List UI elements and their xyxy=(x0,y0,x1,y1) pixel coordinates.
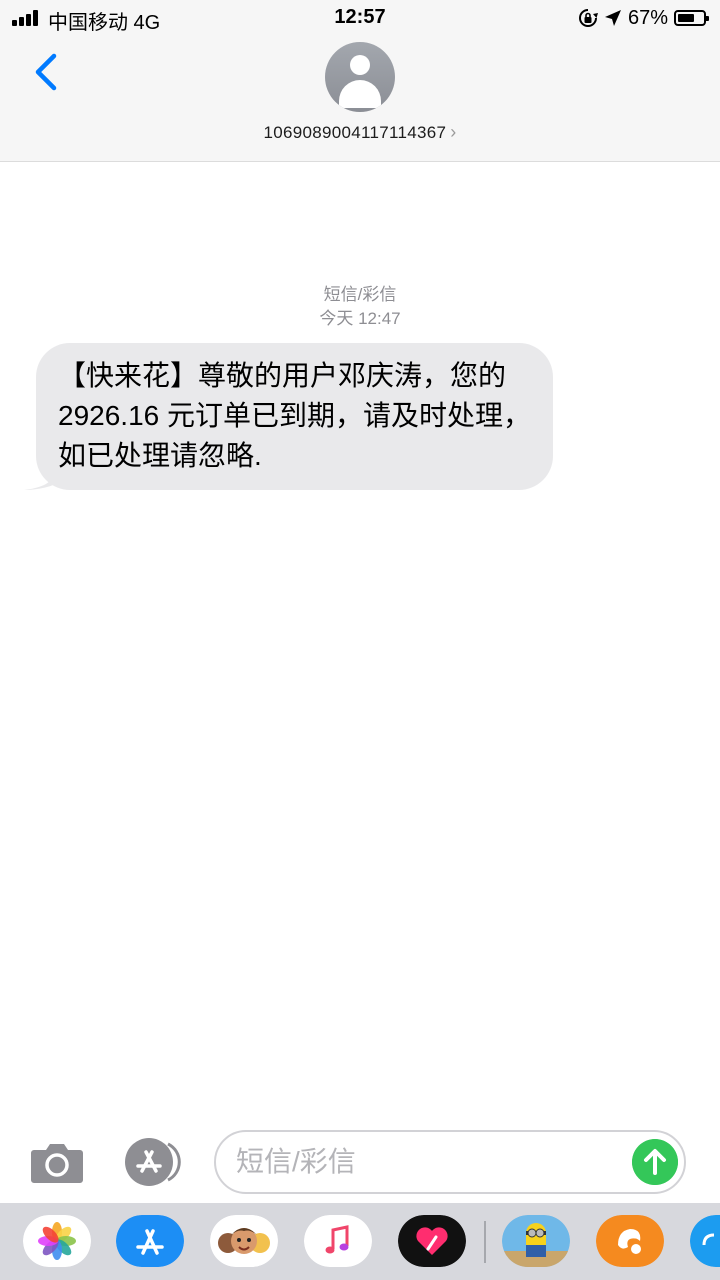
status-bar: 中国移动 4G 12:57 67% xyxy=(0,0,720,36)
message-input-box xyxy=(214,1130,686,1194)
drawer-divider xyxy=(484,1221,486,1263)
send-button[interactable] xyxy=(632,1139,678,1185)
imessage-app-drawer xyxy=(0,1203,720,1280)
chevron-right-icon: › xyxy=(450,122,457,142)
battery-icon xyxy=(674,10,709,26)
received-message-bubble[interactable]: 【快来花】尊敬的用户邓庆涛，您的 2926.16 元订单已到期，请及时处理，如已… xyxy=(36,343,553,490)
app-store-icon[interactable] xyxy=(116,1215,184,1267)
partial-app-icon[interactable] xyxy=(690,1215,720,1267)
uc-browser-icon[interactable] xyxy=(596,1215,664,1267)
contact-number: 1069089004117114367 xyxy=(263,123,447,142)
message-bubble-container: 【快来花】尊敬的用户邓庆涛，您的 2926.16 元订单已到期，请及时处理，如已… xyxy=(24,343,553,490)
minion-game-icon[interactable] xyxy=(502,1215,570,1267)
location-arrow-icon xyxy=(604,10,621,26)
message-composer xyxy=(0,1124,720,1204)
message-service-label: 短信/彩信 xyxy=(323,285,397,304)
message-timestamp: 今天 12:47 xyxy=(319,309,401,328)
back-button[interactable] xyxy=(30,50,66,94)
app-store-apps-button[interactable] xyxy=(122,1138,186,1186)
message-input[interactable] xyxy=(236,1142,616,1182)
contact-avatar[interactable] xyxy=(325,42,395,112)
battery-level xyxy=(678,14,694,22)
photos-icon[interactable] xyxy=(23,1215,91,1267)
contact-details-link[interactable]: 1069089004117114367 › xyxy=(0,122,720,143)
camera-button[interactable] xyxy=(30,1140,84,1184)
conversation-header: 1069089004117114367 › xyxy=(0,36,720,162)
memoji-icon[interactable] xyxy=(210,1215,278,1267)
digital-touch-icon[interactable] xyxy=(398,1215,466,1267)
battery-percent: 67% xyxy=(627,6,668,29)
status-indicators: 67% xyxy=(578,6,709,30)
messages-screen: 中国移动 4G 12:57 67% 1069089004117114367 › … xyxy=(0,0,720,1280)
music-icon[interactable] xyxy=(304,1215,372,1267)
orientation-lock-icon xyxy=(579,9,598,27)
